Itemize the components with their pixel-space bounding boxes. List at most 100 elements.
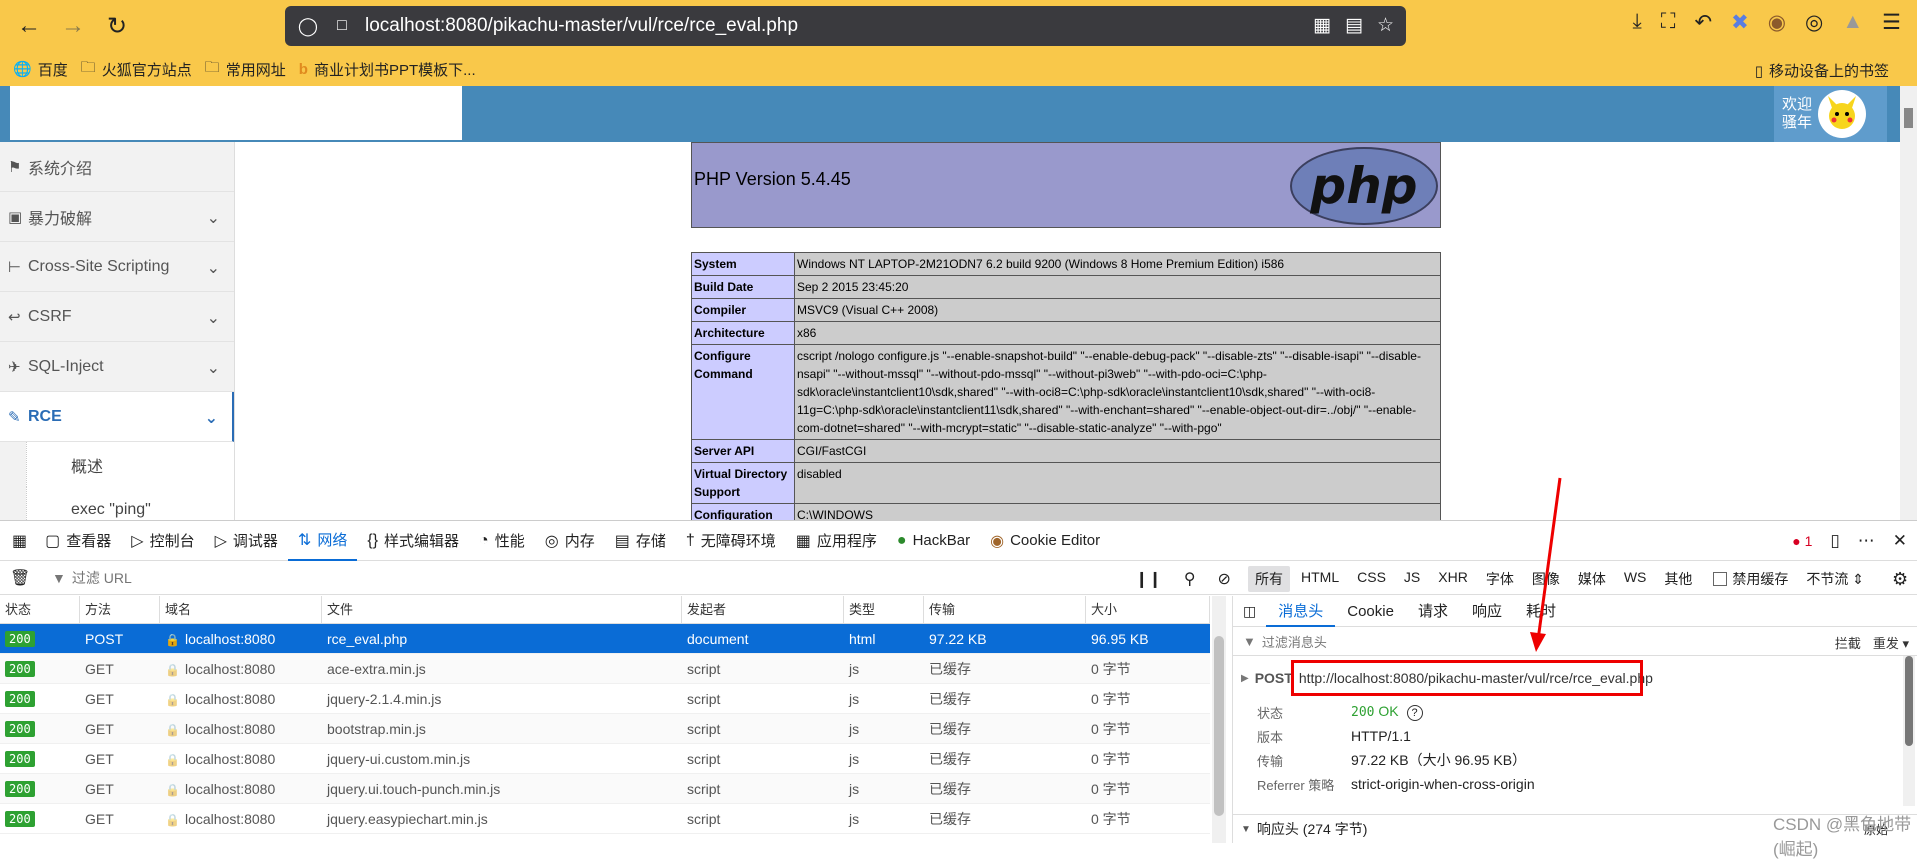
type-filter-button[interactable]: HTML bbox=[1294, 566, 1346, 592]
mobile-bookmarks[interactable]: ▯ 移动设备上的书签 bbox=[1755, 60, 1889, 81]
undo-icon[interactable]: ↶ bbox=[1695, 10, 1713, 35]
search-icon[interactable]: ⚲ bbox=[1184, 569, 1196, 589]
tab-inspector[interactable]: ▢ 查看器 bbox=[35, 521, 121, 561]
page-scrollbar[interactable] bbox=[1900, 86, 1917, 520]
block-button[interactable]: 拦截 bbox=[1835, 633, 1861, 652]
type-filter-button[interactable]: JS bbox=[1397, 566, 1427, 592]
sidebar-subitem-overview[interactable]: 概述 bbox=[26, 442, 234, 487]
type-filter-button[interactable]: 其他 bbox=[1657, 566, 1699, 592]
pause-icon[interactable]: ❙❙ bbox=[1135, 569, 1162, 589]
trash-icon[interactable]: 🗑 bbox=[10, 568, 30, 588]
block-icon[interactable]: ⊘ bbox=[1218, 569, 1231, 589]
table-row[interactable]: 200 GET 🔒 localhost:8080 jquery.ui.touch-pun… bbox=[0, 774, 1210, 804]
sidebar-item-csrf[interactable]: ↩ CSRF ⌄ bbox=[0, 292, 234, 342]
type-filter-button[interactable]: 媒体 bbox=[1571, 566, 1613, 592]
table-row[interactable]: 200 GET 🔒 localhost:8080 ace-extra.min.js scr… bbox=[0, 654, 1210, 684]
table-row[interactable]: 200 GET 🔒 localhost:8080 jquery.easypiechart… bbox=[0, 804, 1210, 834]
close-devtools-icon[interactable]: ✕ bbox=[1893, 531, 1907, 551]
bookmark-common[interactable]: 🗀 常用网址 bbox=[205, 57, 286, 82]
column-header[interactable]: 传输 bbox=[924, 595, 1086, 624]
request-summary[interactable]: ▶ POST http://localhost:8080/pikachu-mas… bbox=[1233, 656, 1917, 700]
tab-application[interactable]: ▦ 应用程序 bbox=[786, 521, 887, 561]
back-arrow-icon[interactable]: ← bbox=[14, 11, 44, 41]
column-header[interactable]: 方法 bbox=[80, 595, 160, 624]
collapse-triangle-icon[interactable]: ▼ bbox=[1241, 824, 1251, 835]
expand-triangle-icon[interactable]: ▶ bbox=[1241, 673, 1249, 684]
help-icon[interactable]: ? bbox=[1406, 705, 1423, 721]
table-row[interactable]: 200 GET 🔒 localhost:8080 bootstrap.min.js scr… bbox=[0, 714, 1210, 744]
tab-memory[interactable]: ◎ 内存 bbox=[535, 521, 605, 561]
tab-cookie[interactable]: ◉ Cookie Editor bbox=[980, 521, 1110, 561]
column-header[interactable]: 文件 bbox=[322, 595, 682, 624]
url-text[interactable]: localhost:8080/pikachu-master/vul/rce/rc… bbox=[365, 15, 798, 37]
qr-code-icon[interactable]: ▦ bbox=[1313, 14, 1331, 37]
menu-icon[interactable]: ☰ bbox=[1882, 10, 1901, 35]
type-filter-button[interactable]: 所有 bbox=[1248, 566, 1290, 592]
scrollbar-thumb[interactable] bbox=[1214, 636, 1224, 816]
scrollbar-thumb[interactable] bbox=[1905, 656, 1913, 746]
tab-network[interactable]: ⇅ 网络 bbox=[287, 521, 358, 561]
cookie-extension-icon[interactable]: ◉ bbox=[1768, 10, 1786, 35]
reload-icon[interactable]: ↻ bbox=[102, 11, 132, 41]
filter-headers-input[interactable]: 过滤消息头 bbox=[1262, 632, 1327, 651]
download-icon[interactable]: ⤓ bbox=[1633, 10, 1642, 35]
detail-tab[interactable]: 消息头 bbox=[1266, 596, 1336, 627]
crop-icon[interactable]: ⛶ bbox=[1661, 10, 1676, 35]
sidebar-toggle-icon[interactable]: ◫ bbox=[1233, 603, 1266, 620]
column-header[interactable]: 域名 bbox=[160, 595, 322, 624]
column-header[interactable]: 状态 bbox=[0, 595, 80, 624]
type-filter-button[interactable]: 字体 bbox=[1479, 566, 1521, 592]
sidebar-item-rce[interactable]: ✎ RCE ⌄ bbox=[0, 392, 234, 442]
network-scrollbar[interactable] bbox=[1212, 596, 1226, 843]
avatar[interactable] bbox=[1818, 90, 1866, 138]
page-info-icon[interactable]: □ bbox=[333, 17, 351, 35]
puzzle-icon[interactable]: ▲ bbox=[1842, 10, 1863, 35]
type-filter-button[interactable]: 图像 bbox=[1525, 566, 1567, 592]
tab-storage[interactable]: ▤ 存储 bbox=[605, 521, 676, 561]
error-count-badge[interactable]: ● 1 bbox=[1792, 533, 1812, 549]
extension-icon[interactable]: ✖ bbox=[1731, 10, 1749, 35]
throttle-select[interactable]: 不节流 ⇕ bbox=[1806, 569, 1864, 589]
tab-console[interactable]: ▷ 控制台 bbox=[121, 521, 204, 561]
tab-debugger[interactable]: ▷ 调试器 bbox=[205, 521, 288, 561]
type-filter-button[interactable]: XHR bbox=[1431, 566, 1475, 592]
address-bar[interactable]: ◯ □ localhost:8080/pikachu-master/vul/rc… bbox=[285, 6, 1406, 46]
table-row[interactable]: 200 GET 🔒 localhost:8080 jquery-ui.custom.mi… bbox=[0, 744, 1210, 774]
more-options-icon[interactable]: ⋯ bbox=[1858, 531, 1875, 551]
checkbox-icon[interactable] bbox=[1713, 572, 1728, 586]
bookmark-baidu[interactable]: 🌐 百度 bbox=[13, 59, 68, 80]
responsive-design-icon[interactable]: ▯ bbox=[1830, 531, 1839, 551]
pick-element-icon[interactable]: ▦ bbox=[0, 521, 35, 561]
column-header[interactable]: 发起者 bbox=[682, 595, 844, 624]
sidebar-item-intro[interactable]: ⚑ 系统介绍 bbox=[0, 142, 234, 192]
tab-accessibility[interactable]: † 无障碍环境 bbox=[676, 521, 786, 561]
forward-arrow-icon[interactable]: → bbox=[58, 11, 88, 41]
tab-style-editor[interactable]: {} 样式编辑器 bbox=[357, 521, 469, 561]
cookie-editor-icon[interactable]: ◎ bbox=[1805, 10, 1823, 35]
detail-tab[interactable]: 请求 bbox=[1406, 596, 1460, 627]
details-scrollbar[interactable] bbox=[1903, 656, 1915, 806]
filter-url-input[interactable] bbox=[71, 569, 872, 586]
detail-tab[interactable]: 耗时 bbox=[1514, 596, 1568, 627]
sidebar-item-bruteforce[interactable]: ▣ 暴力破解 ⌄ bbox=[0, 192, 234, 242]
resend-button[interactable]: 重发 ▾ bbox=[1873, 633, 1909, 652]
reader-view-icon[interactable]: ▤ bbox=[1345, 14, 1363, 37]
column-header[interactable]: 类型 bbox=[844, 595, 924, 624]
tab-hackbar[interactable]: ● HackBar bbox=[887, 521, 980, 561]
bookmark-ppt[interactable]: b 商业计划书PPT模板下... bbox=[299, 59, 476, 80]
table-row[interactable]: 200 POST 🔒 localhost:8080 rce_eval.php docume… bbox=[0, 624, 1210, 654]
sidebar-item-sqli[interactable]: ✈ SQL-Inject ⌄ bbox=[0, 342, 234, 392]
type-filter-button[interactable]: CSS bbox=[1350, 566, 1393, 592]
detail-tab[interactable]: 响应 bbox=[1460, 596, 1514, 627]
disable-cache-checkbox[interactable]: 禁用缓存 bbox=[1713, 569, 1788, 589]
gear-icon[interactable]: ⚙ bbox=[1892, 569, 1908, 590]
column-header[interactable]: 大小 bbox=[1086, 595, 1210, 624]
bookmark-star-icon[interactable]: ☆ bbox=[1377, 14, 1394, 37]
sidebar-subitem-exec-ping[interactable]: exec "ping" bbox=[26, 487, 234, 520]
table-row[interactable]: 200 GET 🔒 localhost:8080 jquery-2.1.4.min.js… bbox=[0, 684, 1210, 714]
tab-performance[interactable]: ◔ 性能 bbox=[469, 521, 535, 561]
type-filter-button[interactable]: WS bbox=[1617, 566, 1654, 592]
bookmark-firefox[interactable]: 🗀 火狐官方站点 bbox=[81, 57, 192, 82]
detail-tab[interactable]: Cookie bbox=[1335, 596, 1406, 627]
scrollbar-thumb[interactable] bbox=[1904, 108, 1913, 128]
